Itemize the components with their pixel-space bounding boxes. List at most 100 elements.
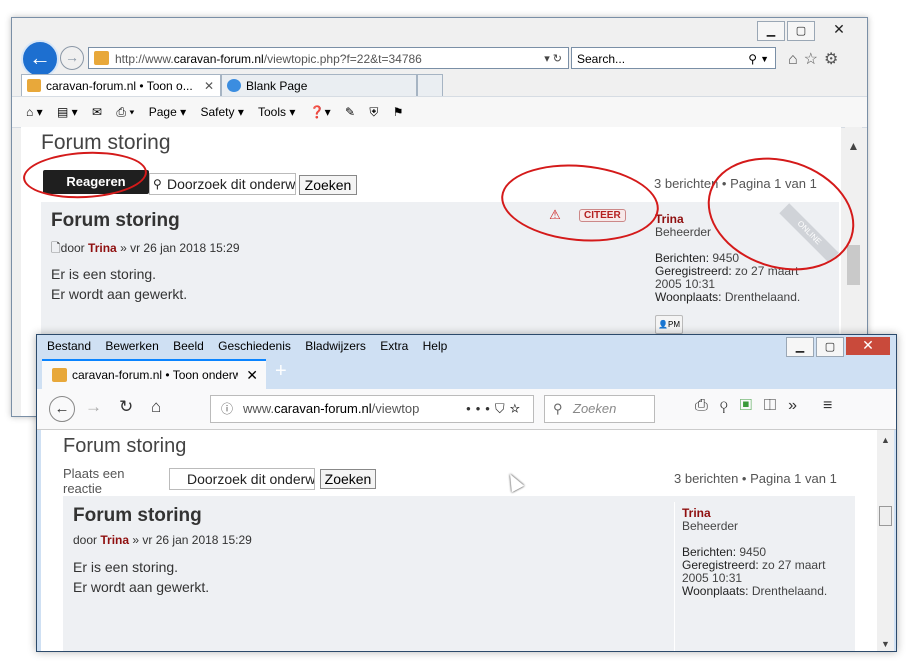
new-tab-button[interactable]: +	[275, 360, 287, 383]
maximize-button[interactable]: ▢	[787, 21, 815, 41]
print-icon[interactable]: ⎙ ▾	[116, 105, 134, 119]
url-prefix: http://www.	[115, 52, 174, 66]
post-title[interactable]: Forum storing	[51, 210, 180, 232]
menu-bladwijzers[interactable]: Bladwijzers	[305, 339, 366, 353]
overflow-chevron-icon[interactable]: »	[788, 397, 809, 414]
ie-logo-icon	[227, 79, 241, 92]
pm-button[interactable]: 👤PM	[655, 315, 683, 334]
topic-search-input[interactable]: ⚲ Doorzoek dit onderwerp…	[149, 173, 296, 195]
chevron-down-icon[interactable]: ▼	[760, 48, 769, 70]
menu-bestand[interactable]: Bestand	[47, 339, 91, 353]
arrow-right-icon: →	[65, 49, 79, 65]
tab-label: caravan-forum.nl • Toon onderwerp	[72, 368, 238, 382]
search-button[interactable]: Zoeken	[299, 175, 357, 195]
arrow-right-icon: →	[85, 397, 102, 416]
back-button[interactable]: ←	[21, 40, 59, 78]
profile-divider	[674, 502, 675, 651]
cmd-page[interactable]: Page ▾	[149, 105, 186, 119]
forward-button[interactable]: →	[85, 397, 102, 417]
post-icon: 🗋	[51, 241, 61, 255]
minimize-button[interactable]: ▁	[757, 21, 785, 41]
ie-command-bar: ⌂ ▾ ▤ ▾ ✉ ⎙ ▾ Page ▾ Safety ▾ Tools ▾ ❓▾…	[12, 96, 867, 128]
reload-icon: ↻	[119, 397, 134, 416]
close-tab-icon[interactable]: ✕	[246, 361, 258, 389]
topic-search-input[interactable]: Doorzoek dit onderwerp…	[169, 468, 315, 490]
menu-extra[interactable]: Extra	[380, 339, 408, 353]
zoom-search-icon[interactable]: ⚲	[720, 397, 740, 414]
maximize-button[interactable]: ▢	[816, 337, 844, 357]
scroll-thumb[interactable]	[879, 506, 892, 526]
scroll-up-icon[interactable]: ▲	[877, 435, 894, 445]
feeds-icon[interactable]: ▤ ▾	[57, 105, 78, 119]
author-profile: Trina Beheerder Berichten: 9450 Geregist…	[682, 507, 827, 598]
home-icon[interactable]: ⌂ ▾	[26, 105, 43, 119]
ff-vertical-scrollbar[interactable]: ▲ ▼	[877, 430, 894, 651]
forward-button[interactable]: →	[60, 46, 84, 70]
mail-icon[interactable]: ✉	[92, 105, 102, 119]
ie-tab-blank[interactable]: Blank Page	[221, 74, 417, 96]
post-title[interactable]: Forum storing	[73, 505, 202, 527]
menu-bewerken[interactable]: Bewerken	[105, 339, 158, 353]
search-dropdown-icon[interactable]: ▾	[544, 53, 550, 65]
author-link[interactable]: Trina	[100, 533, 129, 547]
bookmark-star-icon[interactable]: ☆	[510, 401, 525, 416]
site-favicon	[94, 51, 109, 65]
extension-icon[interactable]: ▣	[740, 397, 764, 414]
search-icon[interactable]: ⚲	[748, 48, 757, 70]
info-icon[interactable]: ⓘ	[221, 396, 233, 422]
scroll-down-icon[interactable]: ▼	[877, 639, 894, 649]
reload-button[interactable]: ↻	[119, 397, 133, 417]
author-link[interactable]: Trina	[88, 241, 117, 255]
registered-value: zo 27 maart	[762, 558, 826, 572]
home-icon[interactable]: ⌂	[788, 51, 804, 68]
close-tab-icon[interactable]: ✕	[204, 75, 214, 97]
url-path: /viewtopic.php?f=22&t=34786	[371, 401, 419, 416]
address-bar[interactable]: http://www.caravan-forum.nl/viewtopic.ph…	[88, 47, 569, 69]
ff-toolbar-icons: ⎙⚲▣◫» ≡	[695, 397, 844, 415]
favorites-star-icon[interactable]: ☆	[804, 51, 824, 68]
close-button[interactable]: ✕	[846, 337, 890, 355]
scroll-up-icon[interactable]: ▲	[845, 139, 862, 153]
back-button[interactable]: ←	[49, 396, 75, 422]
print-icon[interactable]: ⎙	[695, 397, 720, 414]
address-tools[interactable]: ▾ ↻	[544, 48, 562, 70]
post-date: » vr 26 jan 2018 15:29	[120, 241, 240, 255]
posts-value: 9450	[712, 251, 740, 265]
research-icon[interactable]: ✎	[345, 105, 355, 119]
ie-tab-active[interactable]: caravan-forum.nl • Toon o... ✕	[21, 74, 221, 96]
profile-role: Beheerder	[682, 519, 739, 533]
new-tab-button[interactable]	[417, 74, 443, 96]
url-prefix: www.	[243, 401, 275, 416]
translate-icon[interactable]: ⚑	[393, 105, 404, 119]
page-actions-icon[interactable]: •••	[466, 401, 495, 416]
post-body: Er is een storing. Er wordt aan gewerkt.	[73, 557, 209, 597]
menu-beeld[interactable]: Beeld	[173, 339, 204, 353]
ff-tab-active[interactable]: caravan-forum.nl • Toon onderwerp ✕	[42, 359, 266, 389]
minimize-button[interactable]: ▁	[786, 337, 814, 357]
help-icon[interactable]: ❓▾	[310, 105, 331, 119]
search-button[interactable]: Zoeken	[320, 469, 376, 489]
settings-gear-icon[interactable]: ⚙	[824, 51, 844, 68]
cmd-tools[interactable]: Tools ▾	[258, 105, 295, 119]
ie-search-box[interactable]: Search... ⚲ ▼	[571, 47, 776, 69]
sidebar-icon[interactable]: ◫	[764, 397, 788, 414]
post-by: door	[60, 241, 85, 255]
posts-label: Berichten:	[655, 251, 710, 265]
post-meta: 🗋door Trina » vr 26 jan 2018 15:29	[51, 239, 240, 260]
reply-button-placeholder[interactable]: Plaats een reactie	[63, 466, 147, 494]
hamburger-menu-icon[interactable]: ≡	[823, 397, 844, 414]
refresh-icon[interactable]: ↻	[553, 53, 562, 65]
menu-help[interactable]: Help	[423, 339, 448, 353]
cmd-safety[interactable]: Safety ▾	[200, 105, 243, 119]
ff-url-bar[interactable]: ⓘ www.caravan-forum.nl/viewtopic.php?f=2…	[210, 395, 534, 423]
pocket-icon[interactable]: ⛉	[495, 401, 510, 416]
shield-icon[interactable]: ⛨	[369, 105, 378, 119]
menu-geschiedenis[interactable]: Geschiedenis	[218, 339, 291, 353]
close-button[interactable]: ✕	[817, 21, 861, 39]
post: Forum storing door Trina » vr 26 jan 201…	[63, 496, 855, 651]
scroll-thumb[interactable]	[847, 245, 860, 285]
url-text: www.caravan-forum.nl/viewtopic.php?f=22&…	[243, 396, 419, 422]
ff-search-box[interactable]: ⚲ Zoeken	[544, 395, 655, 423]
home-button[interactable]: ⌂	[151, 397, 161, 417]
tab-label: Blank Page	[246, 79, 308, 93]
